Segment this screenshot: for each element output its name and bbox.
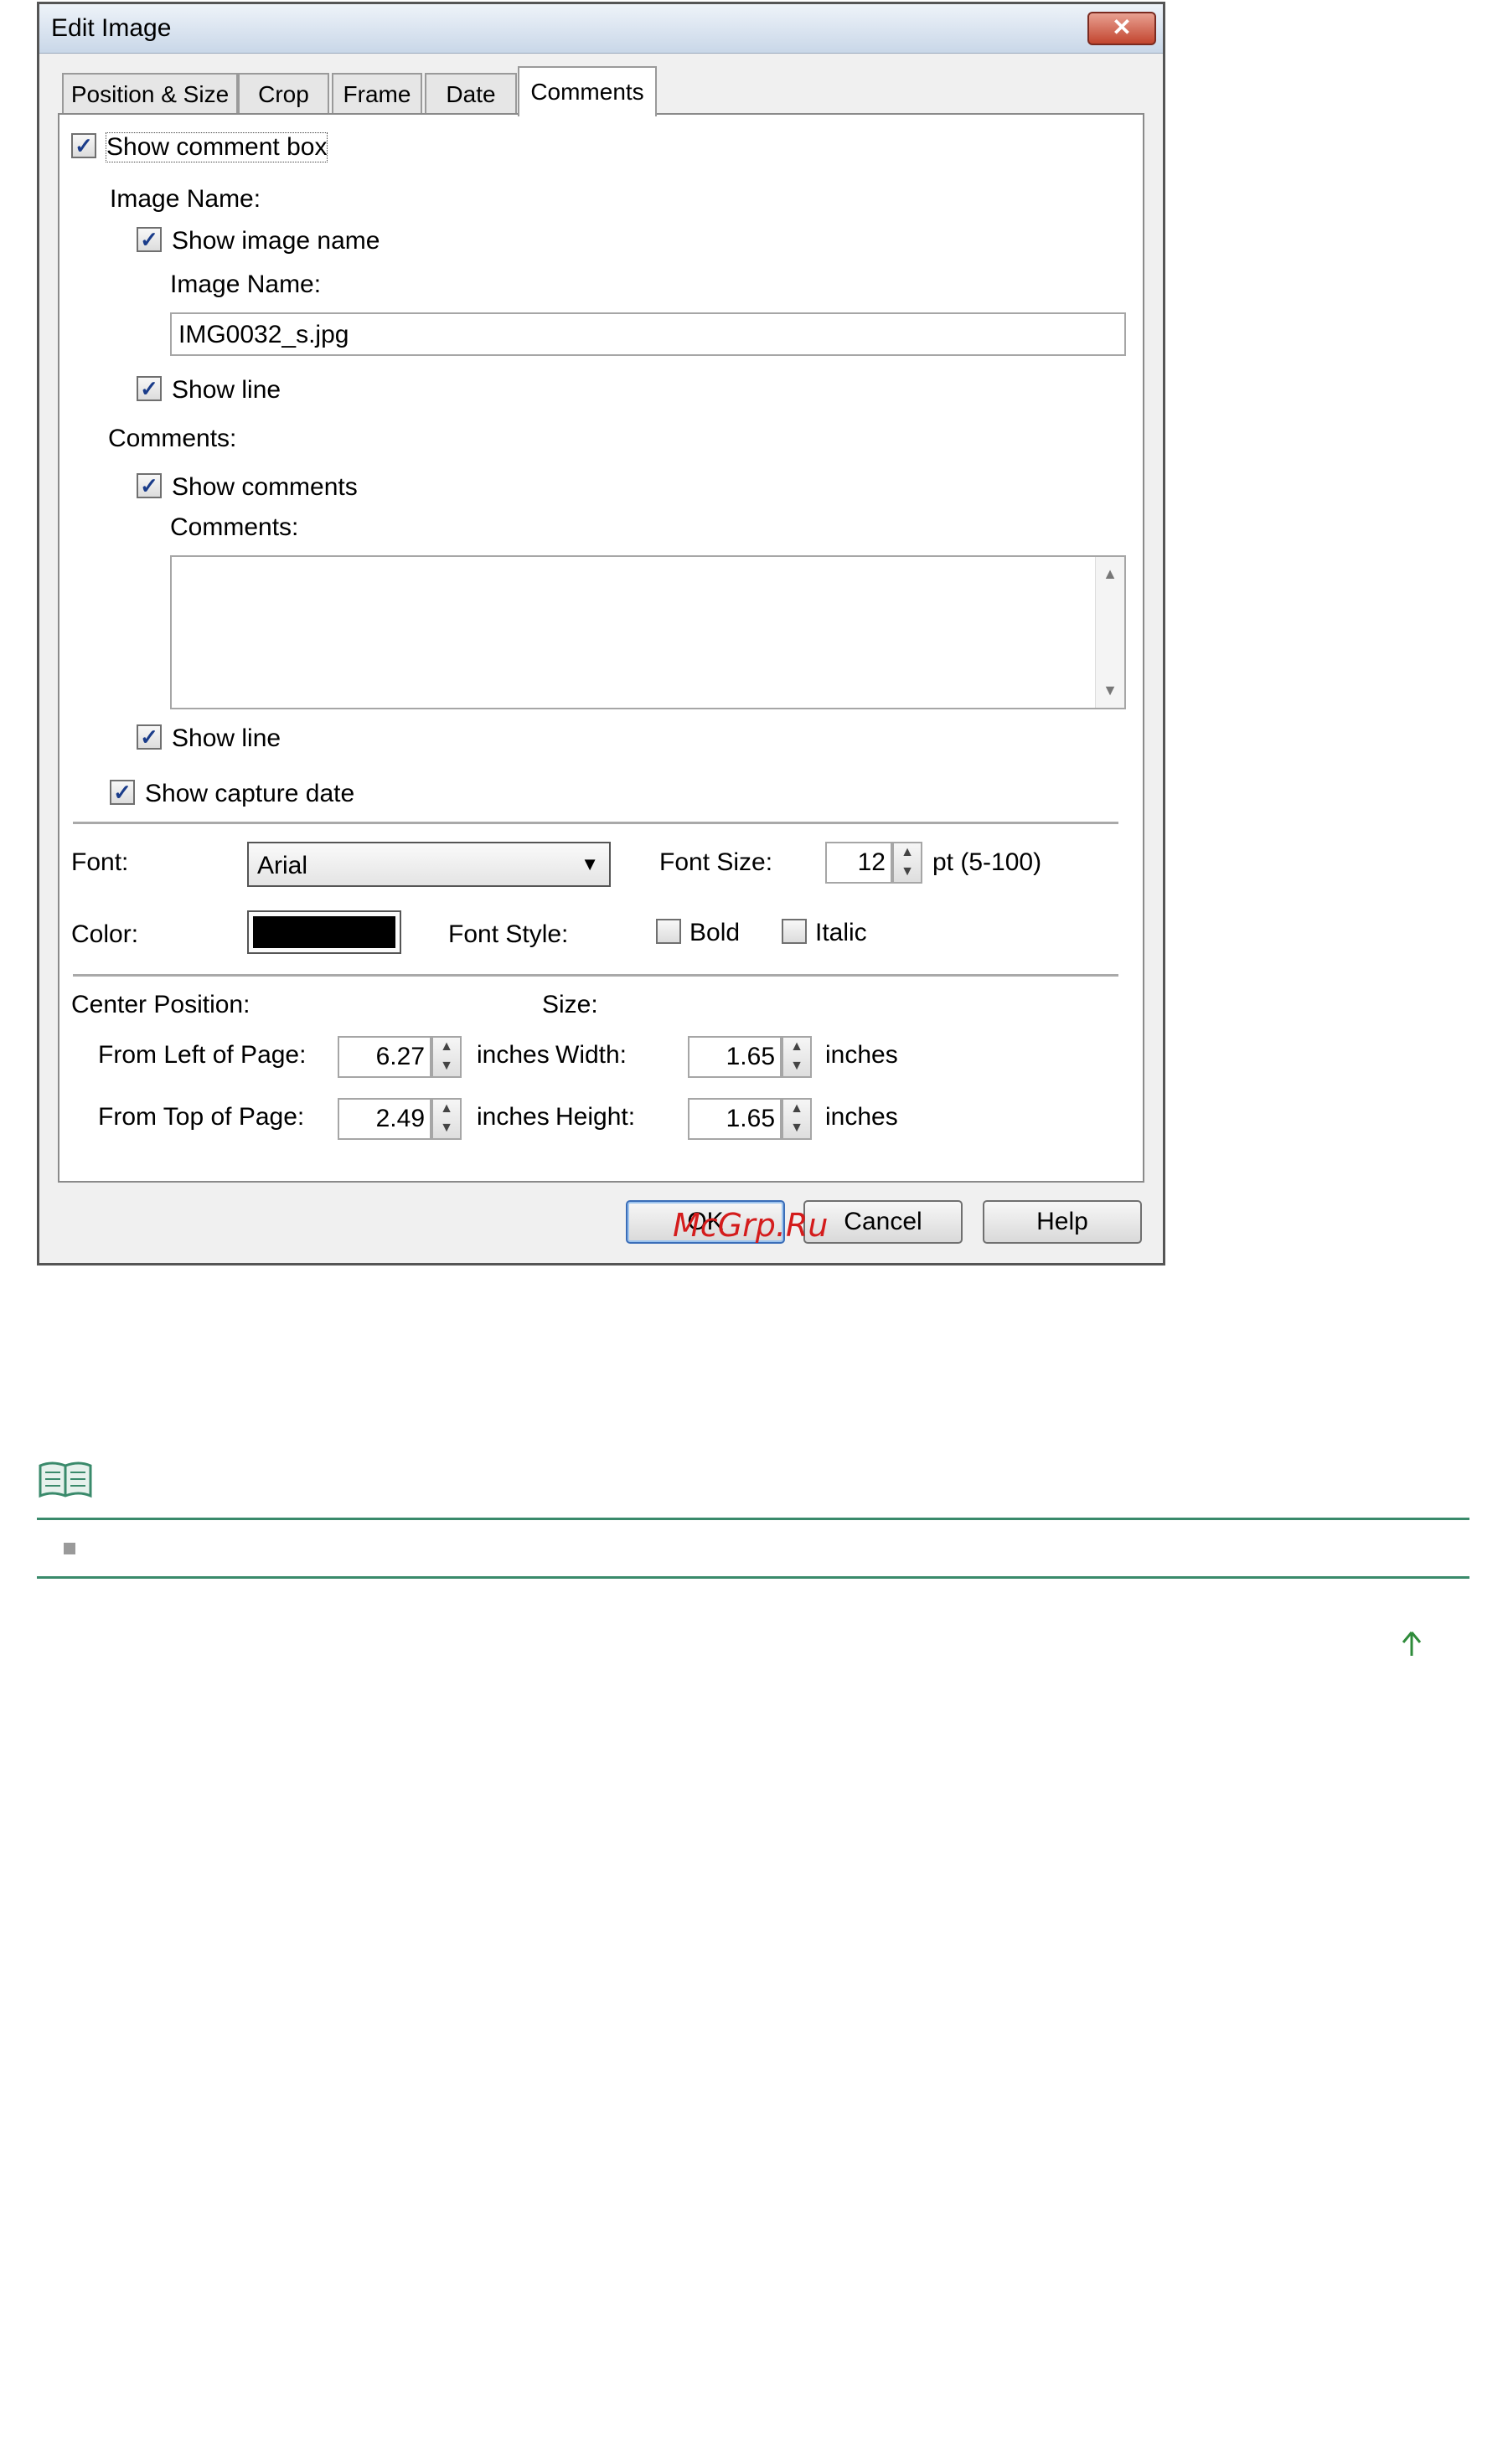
tab-comments[interactable]: Comments bbox=[518, 66, 657, 116]
from-left-spinner[interactable]: ▲ ▼ bbox=[431, 1036, 462, 1078]
image-name-group-label: Image Name: bbox=[110, 185, 261, 213]
bold-label: Bold bbox=[689, 919, 741, 946]
scroll-down-icon[interactable]: ▼ bbox=[1096, 682, 1124, 699]
scroll-up-icon[interactable]: ▲ bbox=[1096, 565, 1124, 583]
note-bottom-rule bbox=[37, 1576, 1469, 1579]
from-left-input[interactable]: 6.27 bbox=[338, 1036, 431, 1078]
spin-up-icon: ▲ bbox=[440, 1101, 453, 1116]
show-line-2-checkbox[interactable]: ✓ bbox=[137, 724, 162, 750]
title-bar: Edit Image ✕ bbox=[39, 4, 1163, 54]
show-line-1-label: Show line bbox=[172, 376, 281, 404]
font-size-spinner[interactable]: ▲ ▼ bbox=[892, 842, 922, 884]
spin-down-icon: ▼ bbox=[901, 864, 914, 879]
font-select-value: Arial bbox=[257, 852, 308, 879]
close-icon: ✕ bbox=[1112, 14, 1132, 40]
comments-group-label: Comments: bbox=[108, 425, 237, 452]
font-style-label: Font Style: bbox=[448, 920, 569, 948]
comments-panel: ✓ Show comment box Image Name: ✓ Show im… bbox=[58, 113, 1144, 1183]
comments-scrollbar[interactable]: ▲ ▼ bbox=[1095, 557, 1124, 708]
from-top-spinner[interactable]: ▲ ▼ bbox=[431, 1098, 462, 1140]
help-button[interactable]: Help bbox=[983, 1200, 1142, 1244]
edit-image-dialog: Edit Image ✕ Position & Size Crop Frame … bbox=[37, 2, 1165, 1266]
show-capture-date-label: Show capture date bbox=[145, 780, 355, 807]
width-unit: inches bbox=[825, 1041, 898, 1069]
font-label: Font: bbox=[71, 848, 129, 876]
tab-position-size[interactable]: Position & Size bbox=[62, 73, 238, 113]
image-name-value: IMG0032_s.jpg bbox=[178, 321, 349, 348]
font-size-input[interactable]: 12 bbox=[825, 842, 892, 884]
italic-label: Italic bbox=[815, 919, 867, 946]
height-spinner[interactable]: ▲ ▼ bbox=[782, 1098, 812, 1140]
font-size-range: pt (5-100) bbox=[932, 848, 1042, 876]
arrow-up-icon[interactable] bbox=[1399, 1630, 1424, 1658]
spin-down-icon: ▼ bbox=[440, 1059, 453, 1073]
height-input[interactable]: 1.65 bbox=[688, 1098, 782, 1140]
tab-crop[interactable]: Crop bbox=[238, 73, 329, 113]
spin-up-icon: ▲ bbox=[790, 1101, 803, 1116]
italic-checkbox[interactable] bbox=[782, 919, 807, 944]
show-comment-box-label: Show comment box bbox=[105, 132, 328, 162]
width-label: Width: bbox=[555, 1041, 627, 1069]
tab-frame[interactable]: Frame bbox=[332, 73, 422, 113]
show-line-2-label: Show line bbox=[172, 724, 281, 752]
show-capture-date-checkbox[interactable]: ✓ bbox=[110, 780, 135, 805]
center-position-label: Center Position: bbox=[71, 991, 250, 1018]
spin-down-icon: ▼ bbox=[790, 1059, 803, 1073]
image-name-field-label: Image Name: bbox=[170, 271, 322, 298]
width-spinner[interactable]: ▲ ▼ bbox=[782, 1036, 812, 1078]
tab-date[interactable]: Date bbox=[425, 73, 517, 113]
font-size-label: Font Size: bbox=[659, 848, 773, 876]
from-top-label: From Top of Page: bbox=[98, 1103, 305, 1131]
note-book-icon bbox=[37, 1461, 94, 1499]
from-top-input[interactable]: 2.49 bbox=[338, 1098, 431, 1140]
show-comments-checkbox[interactable]: ✓ bbox=[137, 473, 162, 498]
chevron-down-icon: ▼ bbox=[581, 853, 599, 874]
color-swatch bbox=[253, 916, 395, 948]
separator-2 bbox=[73, 974, 1118, 977]
show-comment-box-checkbox[interactable]: ✓ bbox=[71, 133, 96, 158]
width-input[interactable]: 1.65 bbox=[688, 1036, 782, 1078]
watermark: McGrp.Ru bbox=[673, 1207, 829, 1244]
from-left-unit: inches bbox=[477, 1041, 550, 1069]
comments-field-label: Comments: bbox=[170, 513, 299, 541]
spin-up-icon: ▲ bbox=[790, 1039, 803, 1054]
note-top-rule bbox=[37, 1518, 1469, 1520]
spin-down-icon: ▼ bbox=[440, 1121, 453, 1135]
close-button[interactable]: ✕ bbox=[1087, 12, 1156, 45]
note-bullet bbox=[64, 1543, 75, 1554]
comments-textarea[interactable]: ▲ ▼ bbox=[170, 555, 1126, 709]
height-unit: inches bbox=[825, 1103, 898, 1131]
color-button[interactable] bbox=[247, 910, 401, 954]
show-comments-label: Show comments bbox=[172, 473, 358, 501]
spin-up-icon: ▲ bbox=[440, 1039, 453, 1054]
size-label: Size: bbox=[542, 991, 598, 1018]
height-label: Height: bbox=[555, 1103, 636, 1131]
dialog-title: Edit Image bbox=[51, 14, 172, 42]
show-image-name-checkbox[interactable]: ✓ bbox=[137, 227, 162, 252]
color-label: Color: bbox=[71, 920, 139, 948]
from-top-unit: inches bbox=[477, 1103, 550, 1131]
spin-down-icon: ▼ bbox=[790, 1121, 803, 1135]
show-line-1-checkbox[interactable]: ✓ bbox=[137, 376, 162, 401]
image-name-input[interactable]: IMG0032_s.jpg bbox=[170, 312, 1126, 356]
from-left-label: From Left of Page: bbox=[98, 1041, 307, 1069]
spin-up-icon: ▲ bbox=[901, 845, 914, 859]
separator-1 bbox=[73, 822, 1118, 825]
show-image-name-label: Show image name bbox=[172, 227, 380, 255]
bold-checkbox[interactable] bbox=[656, 919, 681, 944]
font-select[interactable]: Arial ▼ bbox=[247, 842, 611, 887]
